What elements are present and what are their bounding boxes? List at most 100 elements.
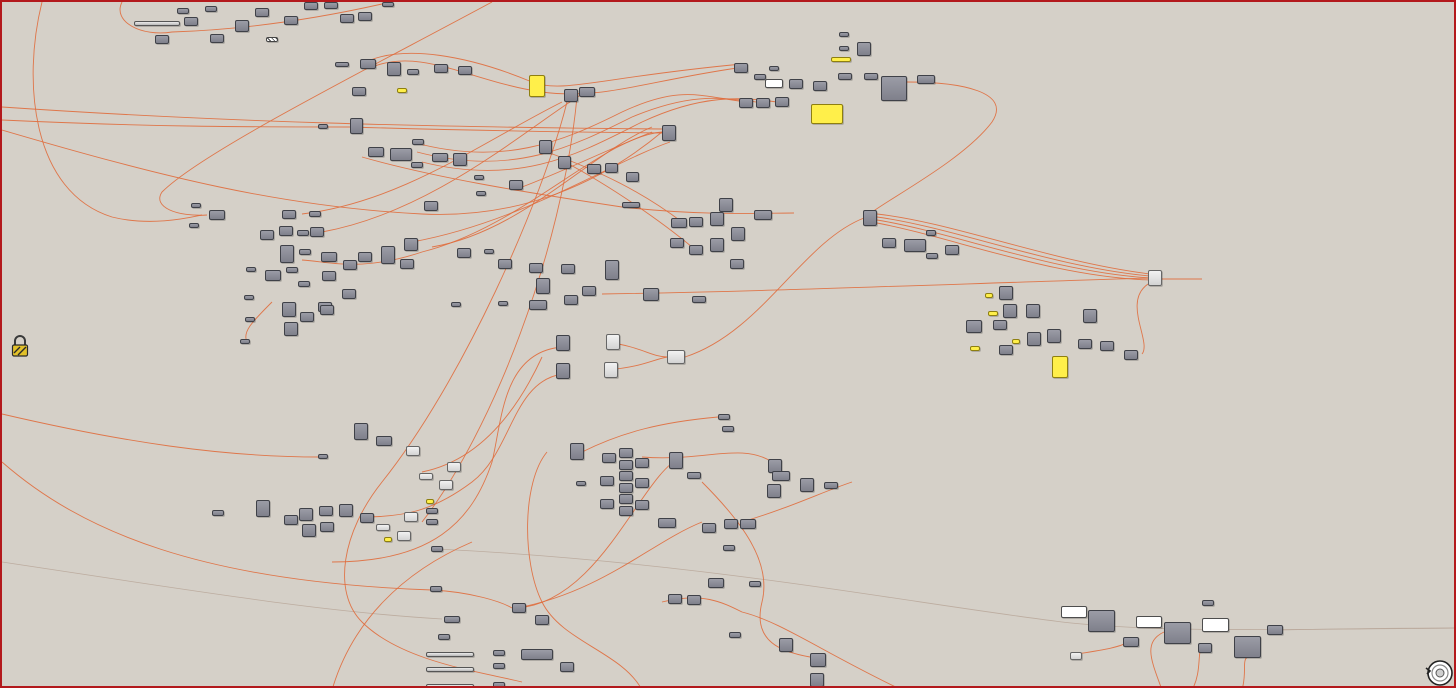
component-node[interactable] <box>424 201 438 211</box>
component-node[interactable] <box>438 634 450 640</box>
component-node[interactable] <box>600 499 614 509</box>
toggle-component[interactable] <box>266 37 278 42</box>
component-node[interactable] <box>451 302 461 307</box>
component-node[interactable] <box>779 638 793 652</box>
component-node[interactable] <box>529 263 543 273</box>
component-node[interactable] <box>360 513 374 523</box>
component-node[interactable] <box>576 481 586 486</box>
component-node[interactable] <box>474 175 484 180</box>
component-node[interactable] <box>320 305 334 315</box>
parameter-component[interactable] <box>404 512 418 522</box>
parameter-component[interactable] <box>1070 652 1082 660</box>
component-node[interactable] <box>411 162 423 168</box>
component-node[interactable] <box>189 223 199 228</box>
component-node[interactable] <box>310 227 324 237</box>
component-node[interactable] <box>772 471 790 481</box>
component-node[interactable] <box>400 259 414 269</box>
component-node[interactable] <box>244 295 254 300</box>
component-node[interactable] <box>412 139 424 145</box>
component-node[interactable] <box>444 616 460 623</box>
component-node[interactable] <box>318 454 328 459</box>
component-node[interactable] <box>723 545 735 551</box>
component-node[interactable] <box>718 414 730 420</box>
component-node[interactable] <box>756 98 770 108</box>
component-node[interactable] <box>739 98 753 108</box>
component-node[interactable] <box>619 471 633 481</box>
component-node[interactable] <box>635 478 649 488</box>
component-node[interactable] <box>635 500 649 510</box>
component-node[interactable] <box>558 156 571 169</box>
component-node[interactable] <box>265 270 281 281</box>
component-node[interactable] <box>882 238 896 248</box>
component-node[interactable] <box>839 32 849 37</box>
component-node[interactable] <box>754 74 766 80</box>
component-node[interactable] <box>769 66 779 71</box>
component-node[interactable] <box>360 59 376 69</box>
component-node[interactable] <box>484 249 494 254</box>
component-node[interactable] <box>509 180 523 190</box>
component-node[interactable] <box>339 504 353 517</box>
component-node[interactable] <box>256 500 270 517</box>
component-node[interactable] <box>689 245 703 255</box>
output-panel[interactable] <box>1061 606 1087 618</box>
component-node[interactable] <box>430 586 442 592</box>
component-node[interactable] <box>498 259 512 269</box>
component-node[interactable] <box>340 14 354 23</box>
component-node[interactable] <box>800 478 814 492</box>
component-node[interactable] <box>493 650 505 656</box>
component-node[interactable] <box>246 267 256 272</box>
grasshopper-canvas[interactable] <box>0 0 1456 688</box>
component-node[interactable] <box>350 118 363 134</box>
component-node[interactable] <box>536 278 550 294</box>
component-node[interactable] <box>605 163 618 173</box>
component-node[interactable] <box>1198 643 1212 653</box>
component-node[interactable] <box>710 238 724 252</box>
component-node[interactable] <box>255 8 269 17</box>
parameter-component[interactable] <box>604 362 618 378</box>
component-node[interactable] <box>999 286 1013 300</box>
component-node[interactable] <box>381 246 395 264</box>
component-node[interactable] <box>300 312 314 322</box>
component-node[interactable] <box>404 238 418 251</box>
component-node[interactable] <box>839 46 849 51</box>
component-node[interactable] <box>670 238 684 248</box>
component-node[interactable] <box>1100 341 1114 351</box>
component-node[interactable] <box>358 12 372 21</box>
component-node[interactable] <box>1027 332 1041 346</box>
component-node[interactable] <box>668 594 682 604</box>
component-node[interactable] <box>945 245 959 255</box>
parameter-component[interactable] <box>439 480 453 490</box>
component-node[interactable] <box>299 249 311 255</box>
component-node[interactable] <box>671 218 687 228</box>
component-node[interactable] <box>564 295 578 305</box>
component-node[interactable] <box>813 81 827 91</box>
component-node[interactable] <box>335 62 349 67</box>
component-node[interactable] <box>669 452 683 469</box>
component-node[interactable] <box>191 203 201 208</box>
panel-component[interactable] <box>970 346 980 351</box>
component-node[interactable] <box>1047 329 1061 343</box>
component-node[interactable] <box>864 73 878 80</box>
component-node[interactable] <box>619 460 633 470</box>
panel-component[interactable] <box>384 537 392 542</box>
component-node[interactable] <box>561 264 575 274</box>
component-node[interactable] <box>493 663 505 669</box>
component-node[interactable] <box>926 253 938 259</box>
parameter-component[interactable] <box>447 462 461 472</box>
component-node[interactable] <box>619 483 633 493</box>
component-node[interactable] <box>1234 636 1261 658</box>
component-node[interactable] <box>304 2 318 10</box>
component-node[interactable] <box>235 20 249 32</box>
component-node[interactable] <box>556 363 570 379</box>
component-node[interactable] <box>297 230 309 236</box>
component-node[interactable] <box>155 35 169 44</box>
component-node[interactable] <box>210 34 224 43</box>
component-node[interactable] <box>719 198 733 212</box>
parameter-component[interactable] <box>376 524 390 531</box>
panel-component[interactable] <box>811 104 843 124</box>
component-node[interactable] <box>635 458 649 468</box>
component-node[interactable] <box>1026 304 1040 318</box>
component-node[interactable] <box>284 322 298 336</box>
component-node[interactable] <box>324 2 338 9</box>
component-node[interactable] <box>926 230 936 236</box>
